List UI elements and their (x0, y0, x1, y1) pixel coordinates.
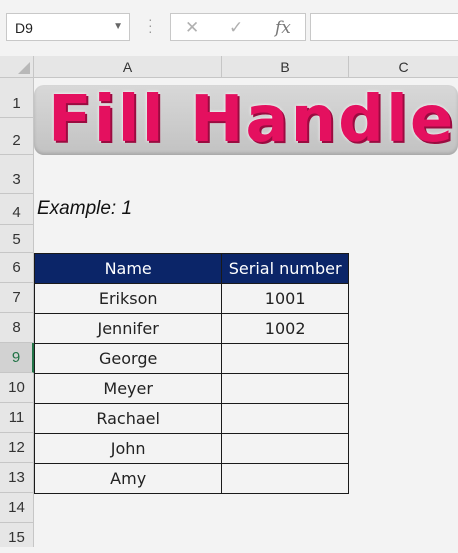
row-header-10[interactable]: 10 (0, 373, 34, 403)
table-row: Rachael (33, 403, 349, 434)
row-header-14[interactable]: 14 (0, 493, 34, 523)
enter-icon[interactable]: ✓ (229, 18, 243, 38)
row-header-11[interactable]: 11 (0, 403, 34, 433)
cell-area[interactable]: Fill Handle Example: 1 Name Serial numbe… (33, 78, 458, 548)
table-row: Meyer (33, 373, 349, 404)
header-serial-number[interactable]: Serial number (221, 253, 349, 284)
formula-buttons: ✕ ✓ fx (170, 13, 306, 41)
formula-bar-area: D9 ▼ · · · ✕ ✓ fx (0, 0, 458, 56)
column-header-c[interactable]: C (349, 56, 458, 78)
row-header-15[interactable]: 15 (0, 523, 34, 547)
table-row: John (33, 433, 349, 464)
name-cell[interactable]: Jennifer (33, 313, 223, 344)
table-row: Erikson 1001 (33, 283, 349, 314)
row-header-5[interactable]: 5 (0, 225, 34, 253)
row-header-2[interactable]: 2 (0, 118, 34, 155)
drag-handle-icon[interactable]: · · · (148, 12, 154, 38)
table-row: Amy (33, 463, 349, 494)
serial-cell[interactable]: 1002 (221, 313, 349, 344)
serial-cell[interactable] (221, 463, 349, 494)
row-header-4[interactable]: 4 (0, 194, 34, 225)
row-header-9[interactable]: 9 (0, 343, 34, 373)
serial-cell[interactable] (221, 373, 349, 404)
table-header-row: Name Serial number (33, 253, 349, 284)
table-row: Jennifer 1002 (33, 313, 349, 344)
table-row: George (33, 343, 349, 374)
column-header-a[interactable]: A (34, 56, 222, 78)
name-cell[interactable]: Meyer (33, 373, 223, 404)
column-header-b[interactable]: B (222, 56, 349, 78)
name-cell[interactable]: John (33, 433, 223, 464)
chevron-down-icon[interactable]: ▼ (113, 21, 123, 32)
row-header-1[interactable]: 1 (0, 78, 34, 118)
header-name[interactable]: Name (33, 253, 223, 284)
data-table: Name Serial number Erikson 1001 Jennifer… (33, 253, 349, 494)
insert-function-icon[interactable]: fx (275, 18, 291, 38)
serial-cell[interactable] (221, 403, 349, 434)
row-header-6[interactable]: 6 (0, 253, 34, 283)
row-header-13[interactable]: 13 (0, 463, 34, 493)
serial-cell[interactable] (221, 343, 349, 374)
name-cell[interactable]: Erikson (33, 283, 223, 314)
row-header-12[interactable]: 12 (0, 433, 34, 463)
cancel-icon[interactable]: ✕ (185, 18, 199, 38)
name-cell[interactable]: George (33, 343, 223, 374)
row-header-7[interactable]: 7 (0, 283, 34, 313)
banner: Fill Handle (34, 85, 458, 155)
example-label: Example: 1 (37, 198, 133, 219)
name-cell[interactable]: Rachael (33, 403, 223, 434)
serial-cell[interactable]: 1001 (221, 283, 349, 314)
name-cell[interactable]: Amy (33, 463, 223, 494)
formula-input[interactable] (310, 13, 458, 41)
name-box-value: D9 (15, 20, 33, 36)
serial-cell[interactable] (221, 433, 349, 464)
banner-title: Fill Handle (48, 83, 456, 157)
select-all-button[interactable] (0, 56, 34, 78)
row-header-3[interactable]: 3 (0, 155, 34, 194)
row-header-8[interactable]: 8 (0, 313, 34, 343)
name-box[interactable]: D9 ▼ (6, 13, 130, 41)
